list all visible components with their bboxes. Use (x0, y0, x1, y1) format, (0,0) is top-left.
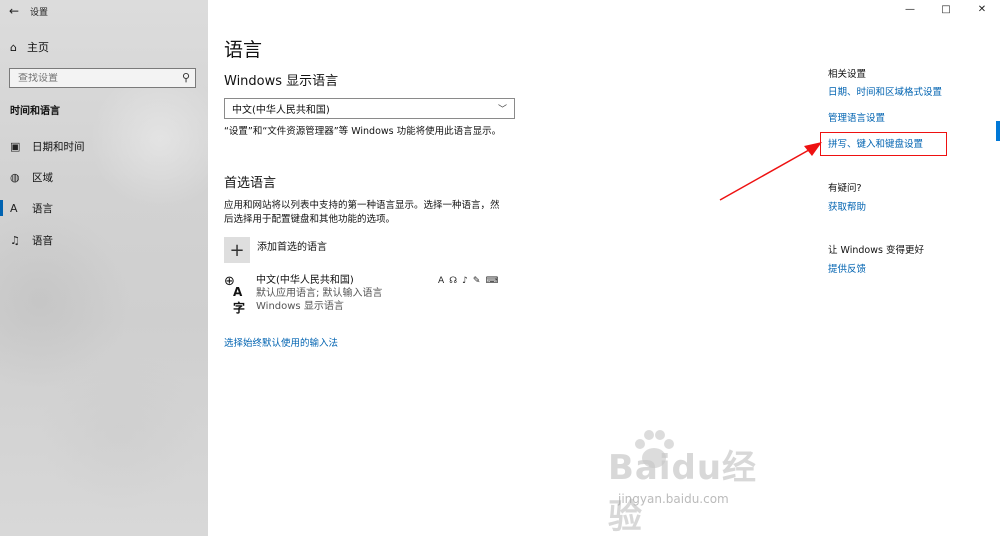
watermark-text: Baidu经验 (608, 448, 758, 536)
question-heading: 有疑问? (828, 183, 862, 194)
sidebar-section-title: 时间和语言 (10, 106, 60, 117)
display-language-value: 中文(中华人民共和国) (232, 105, 330, 116)
language-feature-icons: A ☊ ♪ ✎ ⌨ (438, 276, 498, 286)
search-input[interactable] (10, 72, 170, 84)
add-language-button[interactable]: + 添加首选的语言 (224, 237, 327, 263)
sidebar-item-region[interactable]: ◍ 区域 (0, 164, 208, 190)
choose-input-method-link[interactable]: 选择始终默认使用的输入法 (224, 335, 338, 349)
language-detail-1: 默认应用语言; 默认输入语言 (256, 288, 383, 299)
red-highlight-box (820, 132, 947, 156)
language-icon: A (10, 201, 18, 215)
page-title: 语言 (224, 39, 263, 61)
chevron-down-icon: ﹀ (497, 105, 507, 115)
language-name: 中文(中华人民共和国) (256, 275, 354, 286)
sidebar-item-label: 区域 (32, 171, 53, 184)
nav-home-label: 主页 (26, 41, 49, 54)
sidebar-item-label: 语言 (32, 202, 53, 215)
minimize-icon[interactable]: — (892, 0, 928, 22)
sidebar-item-label: 日期和时间 (32, 140, 85, 153)
manage-language-link[interactable]: 管理语言设置 (828, 110, 885, 124)
title-bar: ← 设置 (0, 0, 208, 22)
preferred-languages-heading: 首选语言 (224, 176, 277, 191)
microphone-feature-icon: ♪ (462, 276, 468, 286)
close-icon[interactable]: ✕ (964, 0, 1000, 22)
search-box[interactable]: ⚲ (9, 68, 196, 88)
sidebar-item-speech[interactable]: ♫ 语音 (0, 227, 208, 253)
display-language-select[interactable]: 中文(中华人民共和国) ﹀ (224, 98, 515, 119)
language-detail-2: Windows 显示语言 (256, 301, 344, 312)
improve-windows-heading: 让 Windows 变得更好 (828, 245, 924, 256)
preferred-description-line1: 应用和网站将以列表中支持的第一种语言显示。选择一种语言，然 (224, 200, 500, 211)
baidu-watermark: Baidu经验 jingyan.baidu.com (570, 430, 780, 536)
handwriting-feature-icon: ✎ (472, 276, 481, 286)
sidebar-item-label: 语音 (32, 234, 53, 247)
add-language-label: 添加首选的语言 (257, 242, 327, 253)
nav-home[interactable]: ⌂ 主页 (10, 39, 49, 55)
calendar-clock-icon: ▣ (10, 139, 21, 153)
sidebar-item-date-time[interactable]: ▣ 日期和时间 (0, 133, 208, 159)
language-list-item[interactable]: ⊕ A字 中文(中华人民共和国) 默认应用语言; 默认输入语言 Windows 显… (224, 274, 383, 315)
speech-feature-icon: ☊ (449, 276, 458, 286)
display-language-note: “设置”和“文件资源管理器”等 Windows 功能将使用此语言显示。 (224, 126, 502, 137)
plus-icon: + (224, 237, 250, 263)
feedback-link[interactable]: 提供反馈 (828, 261, 866, 275)
sidebar-item-language[interactable]: A 语言 (0, 195, 208, 221)
date-time-region-link[interactable]: 日期、时间和区域格式设置 (828, 84, 942, 98)
microphone-icon: ♫ (10, 233, 20, 247)
sidebar: ← 设置 ⌂ 主页 ⚲ 时间和语言 ▣ 日期和时间 ◍ 区域 A 语言 ♫ 语音 (0, 0, 208, 536)
preferred-description-line2: 后选择用于配置键盘和其他功能的选项。 (224, 214, 396, 225)
window-controls: — □ ✕ (892, 0, 1000, 22)
red-arrow-annotation (719, 142, 822, 201)
get-help-link[interactable]: 获取帮助 (828, 199, 866, 213)
watermark-url: jingyan.baidu.com (618, 492, 729, 506)
related-settings-heading: 相关设置 (828, 69, 867, 80)
home-icon: ⌂ (10, 40, 17, 54)
window-title: 设置 (30, 7, 49, 18)
display-language-heading: Windows 显示语言 (224, 74, 339, 89)
display-language-feature-icon: A (438, 276, 445, 286)
globe-region-icon: ◍ (10, 170, 20, 184)
language-glyph-icon: ⊕ A字 (224, 274, 246, 315)
keyboard-feature-icon: ⌨ (485, 276, 499, 286)
side-scroll-tab[interactable] (996, 121, 1000, 141)
maximize-icon[interactable]: □ (928, 0, 964, 22)
search-icon[interactable]: ⚲ (182, 71, 190, 84)
back-arrow-icon[interactable]: ← (0, 0, 28, 22)
